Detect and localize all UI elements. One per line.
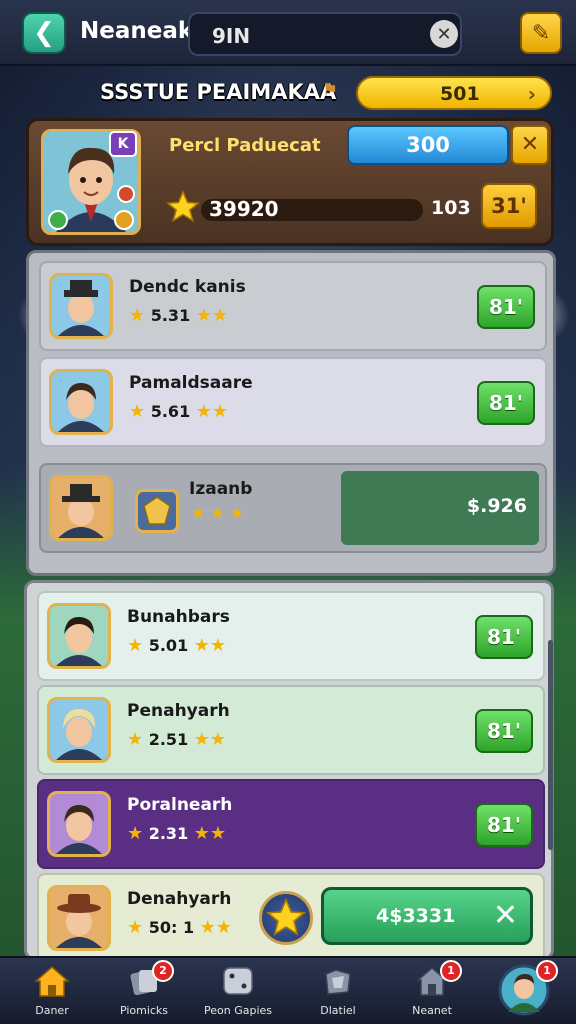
nav-label: Peon Gapies <box>203 1004 272 1017</box>
avatar <box>49 273 113 339</box>
profile-name: Percl Paduecat <box>169 135 321 156</box>
notification-badge: 2 <box>152 960 174 982</box>
star-icon <box>166 190 200 223</box>
nav-label: Dlatiel <box>320 1004 356 1017</box>
row-rating: ★ 50: 1 ★★ <box>127 917 232 938</box>
star-icon[interactable] <box>259 891 313 945</box>
row-name: Dendc kanis <box>129 277 246 297</box>
row-name: Denahyarh <box>127 889 232 909</box>
level-button[interactable]: 31' <box>481 183 537 229</box>
chevron-right-icon: › <box>527 82 536 106</box>
row-rating-stars: ★ ★ ★ <box>191 503 245 522</box>
dice-icon <box>223 967 253 995</box>
profile-close-button[interactable]: ✕ <box>511 125 549 165</box>
row-name: Poralnearh <box>127 795 233 815</box>
sell-bar[interactable]: 4$3331 ✕ <box>321 887 533 945</box>
list-item[interactable]: Bunahbars ★ 5.01 ★★ 81' <box>37 591 545 681</box>
avatar <box>49 475 113 541</box>
row-rating: ★ 5.61 ★★ <box>129 401 229 422</box>
person-icon <box>52 372 110 432</box>
buy-button[interactable]: 81' <box>477 285 535 329</box>
app-title: Neaneak <box>80 18 194 44</box>
arrow-left-icon: ❮ <box>33 18 55 48</box>
nav-label: Piomicks <box>119 1004 169 1017</box>
search-input[interactable]: 9IN ✕ <box>188 12 462 56</box>
person-icon <box>52 276 110 336</box>
coin-balance[interactable]: 501 › <box>356 76 552 110</box>
close-icon[interactable]: ✕ <box>430 20 458 48</box>
search-value: 9IN <box>212 24 251 48</box>
nav-item-profile[interactable]: 1 <box>480 958 576 1024</box>
home-icon <box>34 966 70 997</box>
settings-button[interactable]: ✎ <box>520 12 562 54</box>
person-icon <box>50 606 108 666</box>
buy-button[interactable]: 81' <box>475 615 533 659</box>
avatar <box>47 603 111 669</box>
row-name: Penahyarh <box>127 701 230 721</box>
price-tag[interactable]: $.926 <box>341 471 539 545</box>
gem-icon[interactable] <box>135 489 179 533</box>
coin-value: 501 <box>440 83 480 105</box>
top-bar: ❮ Neaneak 9IN ✕ ✎ <box>0 0 576 66</box>
list-item[interactable]: Penahyarh ★ 2.51 ★★ 81' <box>37 685 545 775</box>
nav-item-home[interactable]: Daner <box>4 958 100 1024</box>
avatar <box>47 885 111 951</box>
scrollbar[interactable] <box>548 640 553 850</box>
bottom-nav: Daner 2 Piomicks Peon Gapies Dlatiel 1 N… <box>0 956 576 1024</box>
sell-value: 4$3331 <box>376 905 456 927</box>
row-rating: ★ 2.51 ★★ <box>127 729 227 750</box>
row-rating: ★ 5.01 ★★ <box>127 635 227 656</box>
avatar <box>47 697 111 763</box>
row-rating: ★ 5.31 ★★ <box>129 305 229 326</box>
nav-item-neanet[interactable]: 1 Neanet <box>384 958 480 1024</box>
puzzle-icon <box>325 969 351 995</box>
profile-level: 103 <box>431 197 471 219</box>
list-item[interactable]: Izaanb ★ ★ ★ $.926 <box>39 463 547 553</box>
avatar <box>49 369 113 435</box>
notification-badge: 1 <box>536 960 558 982</box>
list-item[interactable]: Denahyarh ★ 50: 1 ★★ 4$3331 ✕ <box>37 873 545 963</box>
price-value: $.926 <box>466 495 527 517</box>
back-button[interactable]: ❮ <box>22 12 66 54</box>
list-item[interactable]: Pamaldsaare ★ 5.61 ★★ 81' <box>39 357 547 447</box>
wrench-icon: ✎ <box>531 20 551 46</box>
list-item[interactable]: Poralnearh ★ 2.31 ★★ 81' <box>37 779 545 869</box>
close-icon[interactable]: ✕ <box>493 898 518 933</box>
row-name: Bunahbars <box>127 607 230 627</box>
nav-label: Daner <box>35 1004 69 1017</box>
profile-points: 39920 <box>209 197 279 221</box>
nav-item-peon-gapies[interactable]: Peon Gapies <box>190 958 286 1024</box>
person-icon <box>52 478 110 538</box>
player-list-top: Dendc kanis ★ 5.31 ★★ 81' Pamaldsaare ★ … <box>26 250 556 576</box>
person-icon <box>50 794 108 854</box>
person-icon <box>50 888 108 948</box>
flag-icon: ⚑ <box>322 80 339 101</box>
row-rating: ★ 2.31 ★★ <box>127 823 227 844</box>
row-name: Pamaldsaare <box>129 373 253 393</box>
avatar <box>47 791 111 857</box>
buy-button[interactable]: 81' <box>477 381 535 425</box>
person-icon <box>50 700 108 760</box>
nav-label: Neanet <box>412 1004 452 1017</box>
player-list-bottom: Bunahbars ★ 5.01 ★★ 81' Penahyarh ★ 2.51… <box>24 580 554 963</box>
profile-card: K Percl Paduecat 300 ✕ 39920 103 31' <box>26 118 554 246</box>
buy-button[interactable]: 81' <box>475 803 533 847</box>
row-name: Izaanb <box>189 479 253 499</box>
notification-badge: 1 <box>440 960 462 982</box>
nav-item-piomicks[interactable]: 2 Piomicks <box>96 958 192 1024</box>
blue-value-button[interactable]: 300 <box>347 125 509 165</box>
profile-badge: K <box>109 131 137 157</box>
nav-item-dlatiel[interactable]: Dlatiel <box>290 958 386 1024</box>
status-title: SSSTUE PEAIMAKAA <box>100 80 337 104</box>
buy-button[interactable]: 81' <box>475 709 533 753</box>
list-item[interactable]: Dendc kanis ★ 5.31 ★★ 81' <box>39 261 547 351</box>
